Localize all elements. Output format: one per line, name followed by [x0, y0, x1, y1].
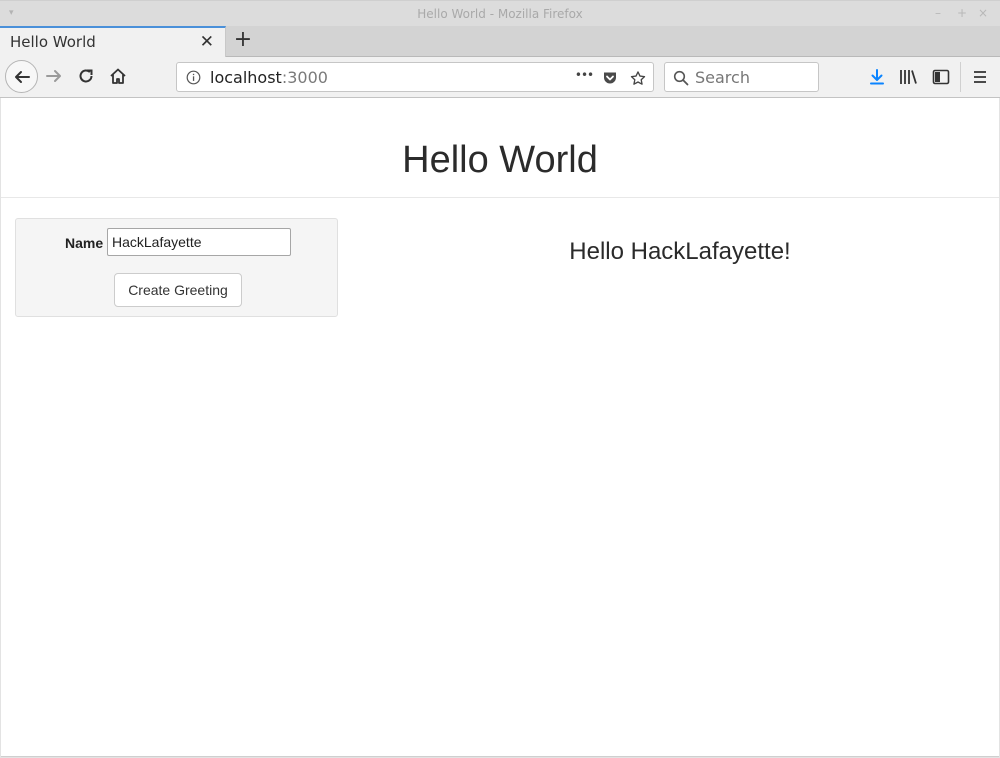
home-icon: [110, 68, 126, 84]
tab-close-icon[interactable]: ✕: [200, 32, 214, 52]
window-titlebar: ▾ Hello World - Mozilla Firefox – + ×: [0, 0, 1000, 26]
nav-toolbar: localhost:3000 •••: [0, 57, 1000, 98]
forward-arrow-icon: [46, 70, 61, 82]
toolbar-separator: [960, 62, 961, 92]
sidebar-button[interactable]: [930, 66, 952, 88]
page-actions-icon[interactable]: •••: [573, 67, 595, 83]
close-window-icon[interactable]: ×: [978, 6, 988, 20]
page-header: Hello World: [1, 98, 999, 198]
tab-label: Hello World: [10, 33, 96, 51]
greeting-text: Hello HackLafayette!: [569, 238, 791, 265]
name-label: Name: [65, 235, 104, 251]
page-title: Hello World: [402, 139, 598, 181]
new-tab-button[interactable]: +: [232, 27, 254, 53]
pocket-icon[interactable]: [602, 70, 618, 86]
create-greeting-button[interactable]: Create Greeting: [114, 273, 242, 307]
menu-button[interactable]: [969, 66, 991, 88]
back-button[interactable]: [5, 60, 38, 93]
library-icon: [900, 70, 917, 84]
search-icon: [673, 70, 689, 86]
reload-button[interactable]: [76, 66, 96, 86]
tab-hello-world[interactable]: Hello World ✕: [0, 26, 226, 57]
downloads-button[interactable]: [866, 66, 888, 88]
page-content: Hello World Name Create Greeting Hello H…: [1, 98, 999, 757]
library-button[interactable]: [898, 66, 920, 88]
download-icon: [870, 69, 884, 85]
url-host: localhost: [210, 68, 282, 87]
hamburger-menu-icon: [974, 71, 986, 83]
reload-icon: [79, 69, 93, 83]
search-bar[interactable]: [664, 62, 819, 92]
name-input[interactable]: [107, 228, 291, 256]
back-arrow-icon: [14, 70, 30, 83]
window-title: Hello World - Mozilla Firefox: [417, 7, 583, 21]
greeting-form: Name Create Greeting: [15, 218, 338, 317]
forward-button[interactable]: [44, 66, 64, 86]
tab-strip: Hello World ✕ +: [0, 26, 1000, 57]
url-bar[interactable]: localhost:3000 •••: [176, 62, 654, 92]
info-icon[interactable]: [186, 70, 201, 85]
minimize-icon[interactable]: –: [935, 6, 941, 20]
sidebar-icon: [932, 69, 950, 85]
bookmark-star-icon[interactable]: [630, 70, 646, 86]
url-text[interactable]: localhost:3000: [210, 68, 328, 87]
maximize-icon[interactable]: +: [957, 6, 967, 20]
home-button[interactable]: [108, 66, 128, 86]
search-input[interactable]: [695, 67, 813, 87]
url-port: :3000: [281, 68, 328, 87]
